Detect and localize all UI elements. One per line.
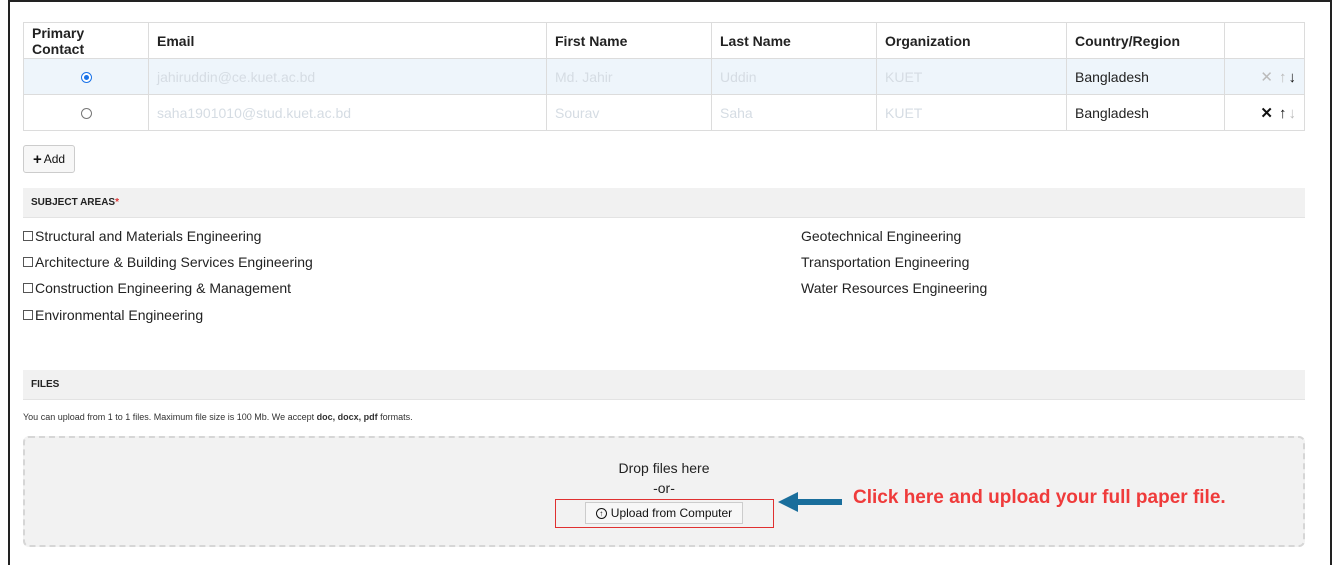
move-down-icon[interactable]: ↓ — [1289, 105, 1297, 122]
files-header: FILES — [23, 370, 1305, 400]
header-country: Country/Region — [1066, 22, 1225, 59]
first-name-cell[interactable]: Sourav — [546, 94, 712, 131]
checkbox[interactable] — [23, 310, 33, 320]
note-text: You can upload from 1 to 1 files. Maximu… — [23, 412, 317, 422]
country-cell[interactable]: Bangladesh — [1066, 94, 1225, 131]
move-up-icon[interactable]: ↑ — [1279, 69, 1287, 86]
files-note: You can upload from 1 to 1 files. Maximu… — [23, 412, 413, 422]
checkbox[interactable] — [23, 231, 33, 241]
organization-cell[interactable]: KUET — [876, 94, 1067, 131]
subject-label: Environmental Engineering — [35, 307, 204, 323]
upload-icon: ↑ — [595, 507, 607, 519]
subject-option[interactable]: Construction Engineering & Management — [23, 280, 291, 296]
first-name-cell[interactable]: Md. Jahir — [546, 58, 712, 95]
row-actions: ✕ ↑ ↓ — [1224, 58, 1305, 95]
subject-label: Structural and Materials Engineering — [35, 228, 262, 244]
table-header-row: Primary Contact Email First Name Last Na… — [23, 22, 1305, 59]
add-button-label: Add — [43, 152, 66, 166]
subject-option[interactable]: Water Resources Engineering — [801, 280, 987, 296]
subject-areas-header: SUBJECT AREAS* — [23, 188, 1305, 218]
header-organization: Organization — [876, 22, 1067, 59]
checkbox[interactable] — [23, 283, 33, 293]
subject-option[interactable]: Structural and Materials Engineering — [23, 228, 261, 244]
email-cell[interactable]: saha1901010@stud.kuet.ac.bd — [148, 94, 547, 131]
subject-label: Water Resources Engineering — [801, 280, 988, 296]
subject-option[interactable]: Transportation Engineering — [801, 254, 969, 270]
files-title: FILES — [31, 379, 60, 390]
header-email: Email — [148, 22, 547, 59]
move-down-icon[interactable]: ↓ — [1289, 69, 1297, 86]
checkbox[interactable] — [23, 257, 33, 267]
last-name-cell[interactable]: Saha — [711, 94, 877, 131]
header-actions — [1224, 22, 1305, 59]
subject-option[interactable]: Architecture & Building Services Enginee… — [23, 254, 313, 270]
email-cell[interactable]: jahiruddin@ce.kuet.ac.bd — [148, 58, 547, 95]
arrow-left-icon — [778, 492, 842, 512]
primary-contact-radio[interactable] — [80, 72, 92, 84]
primary-contact-cell — [23, 58, 149, 95]
add-author-button[interactable]: + Add — [23, 145, 75, 173]
subject-option[interactable]: Geotechnical Engineering — [801, 228, 961, 244]
note-formats: doc, docx, pdf — [316, 412, 378, 422]
move-up-icon[interactable]: ↑ — [1279, 105, 1287, 122]
header-first-name: First Name — [546, 22, 712, 59]
plus-icon: + — [32, 150, 42, 168]
authors-table: Primary Contact Email First Name Last Na… — [23, 22, 1305, 131]
subject-option[interactable]: Environmental Engineering — [23, 307, 203, 323]
primary-contact-radio[interactable] — [80, 108, 92, 120]
subject-label: Geotechnical Engineering — [801, 228, 962, 244]
subject-label: Construction Engineering & Management — [35, 280, 292, 296]
drop-files-text: Drop files here — [618, 460, 710, 476]
row-actions: ✕ ↑ ↓ — [1224, 94, 1305, 131]
note-suffix: formats. — [377, 412, 413, 422]
upload-from-computer-button[interactable]: ↑ Upload from Computer — [585, 502, 743, 524]
table-row: saha1901010@stud.kuet.ac.bd Sourav Saha … — [23, 94, 1305, 131]
table-row: jahiruddin@ce.kuet.ac.bd Md. Jahir Uddin… — [23, 58, 1305, 95]
header-last-name: Last Name — [711, 22, 877, 59]
subject-label: Transportation Engineering — [801, 254, 970, 270]
required-mark: * — [115, 197, 119, 208]
instruction-callout: Click here and upload your full paper fi… — [853, 487, 1226, 508]
primary-contact-cell — [23, 94, 149, 131]
subject-label: Architecture & Building Services Enginee… — [35, 254, 313, 270]
upload-button-label: Upload from Computer — [610, 506, 733, 520]
country-cell[interactable]: Bangladesh — [1066, 58, 1225, 95]
delete-icon[interactable]: ✕ — [1260, 104, 1273, 122]
organization-cell[interactable]: KUET — [876, 58, 1067, 95]
header-primary-contact: Primary Contact — [23, 22, 149, 59]
last-name-cell[interactable]: Uddin — [711, 58, 877, 95]
delete-icon[interactable]: ✕ — [1260, 68, 1273, 86]
subject-areas-title: SUBJECT AREAS — [31, 197, 116, 208]
